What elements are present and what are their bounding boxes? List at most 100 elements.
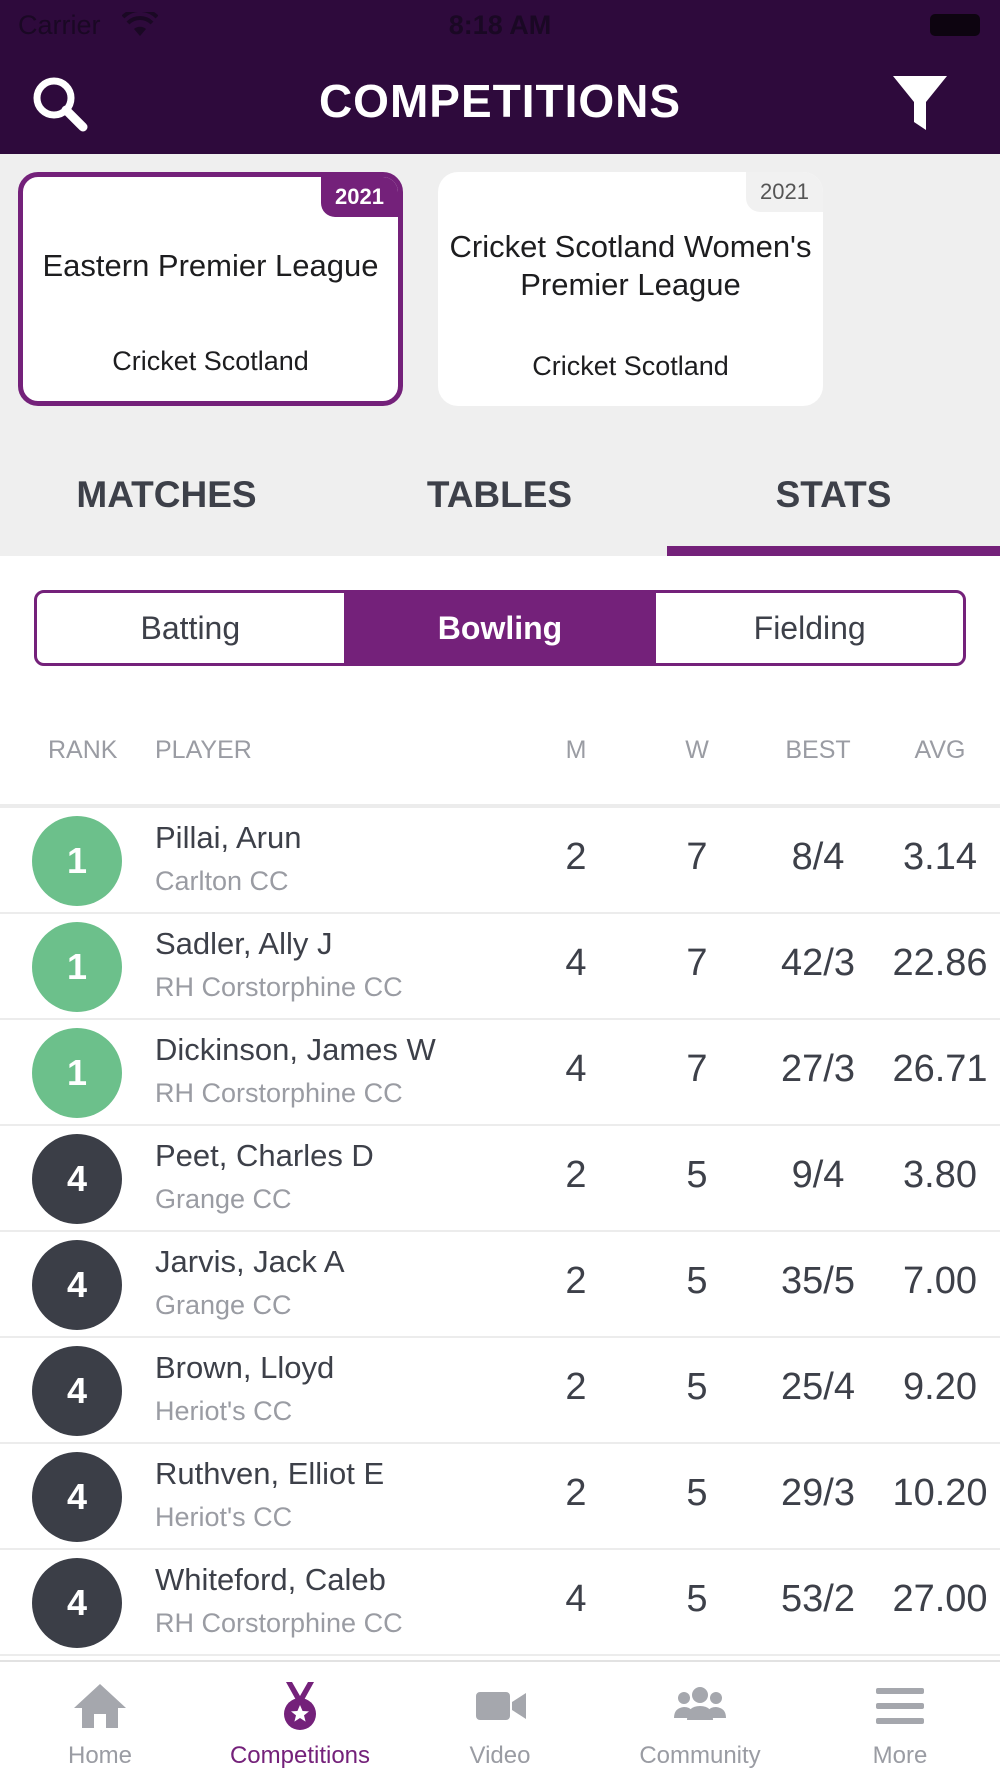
wickets-value: 5 [686,1366,708,1408]
nav-competitions[interactable]: Competitions [200,1662,400,1778]
player-name: Peet, Charles D [155,1138,374,1173]
best-value: 25/4 [781,1366,855,1408]
matches-value: 2 [565,836,587,878]
nav-video[interactable]: Video [400,1662,600,1778]
player-club: Grange CC [155,1184,292,1214]
competition-card-selected[interactable]: 2021 Eastern Premier League Cricket Scot… [18,172,403,406]
player-club: RH Corstorphine CC [155,1078,403,1108]
video-camera-icon [476,1692,526,1720]
best-value: 29/3 [781,1472,855,1514]
average-value: 10.20 [892,1472,988,1514]
tab-matches[interactable]: MATCHES [0,474,333,516]
column-header-wickets[interactable]: W [667,736,727,765]
card-organisation: Cricket Scotland [532,351,729,381]
competition-cards: 2021 Eastern Premier League Cricket Scot… [0,154,1000,556]
rank-badge: 4 [32,1240,122,1330]
player-name: Dickinson, James W [155,1032,436,1067]
player-name: Ruthven, Elliot E [155,1456,385,1491]
stats-type-selector: Batting Bowling Fielding [34,590,966,666]
average-value: 3.14 [903,836,977,878]
card-year-badge: 2021 [746,172,823,212]
battery-icon [930,14,980,36]
player-name: Brown, Lloyd [155,1350,335,1385]
average-value: 7.00 [903,1260,977,1302]
segment-bowling[interactable]: Bowling [343,593,654,663]
player-name: Whiteford, Caleb [155,1562,386,1597]
table-row[interactable]: 4 Jarvis, Jack A Grange CC 2 5 35/5 7.00 [0,1232,1000,1338]
nav-home[interactable]: Home [0,1662,200,1778]
rank-badge: 4 [32,1452,122,1542]
player-name: Pillai, Arun [155,820,302,855]
segment-batting[interactable]: Batting [37,593,344,663]
matches-value: 2 [565,1472,587,1514]
tab-stats[interactable]: STATS [667,474,1000,516]
nav-label: Home [67,1742,133,1769]
wickets-value: 5 [686,1260,708,1302]
player-club: Carlton CC [155,866,289,896]
player-club: Heriot's CC [155,1502,293,1532]
player-club: Grange CC [155,1290,292,1320]
people-icon [674,1687,726,1720]
nav-label: Competitions [229,1742,371,1769]
matches-value: 2 [565,1260,587,1302]
average-value: 26.71 [892,1048,988,1090]
status-bar: Carrier 8:18 AM [0,0,1000,50]
nav-community[interactable]: Community [600,1662,800,1778]
table-row[interactable]: 1 Dickinson, James W RH Corstorphine CC … [0,1020,1000,1126]
status-time: 8:18 AM [448,10,552,40]
rank-badge: 4 [32,1558,122,1648]
matches-value: 4 [565,942,587,984]
tab-tables[interactable]: TABLES [333,474,666,516]
table-row[interactable]: 4 Brown, Lloyd Heriot's CC 2 5 25/4 9.20 [0,1338,1000,1444]
table-row[interactable]: 1 Sadler, Ally J RH Corstorphine CC 4 7 … [0,914,1000,1020]
column-header-rank[interactable]: RANK [48,736,117,765]
card-year-badge: 2021 [321,177,398,217]
rank-badge: 1 [32,922,122,1012]
filter-icon[interactable] [890,72,950,134]
matches-value: 4 [565,1578,587,1620]
card-organisation: Cricket Scotland [112,346,309,376]
nav-label: Community [639,1742,761,1769]
medal-icon [284,1682,316,1730]
average-value: 3.80 [903,1154,977,1196]
player-club: Heriot's CC [155,1396,293,1426]
card-competition-name: Eastern Premier League [42,248,379,283]
nav-more[interactable]: More [800,1662,1000,1778]
app-header: Carrier 8:18 AM COMPETITIONS [0,0,1000,154]
average-value: 27.00 [892,1578,988,1620]
wickets-value: 7 [686,942,708,984]
average-value: 22.86 [892,942,988,984]
table-row[interactable]: 4 Ruthven, Elliot E Heriot's CC 2 5 29/3… [0,1444,1000,1550]
best-value: 35/5 [781,1260,855,1302]
player-name: Sadler, Ally J [155,926,333,961]
average-value: 9.20 [903,1366,977,1408]
player-club: RH Corstorphine CC [155,972,403,1002]
rank-badge: 1 [32,816,122,906]
wickets-value: 5 [686,1578,708,1620]
matches-value: 2 [565,1366,587,1408]
column-header-best[interactable]: BEST [768,736,868,765]
player-name: Jarvis, Jack A [155,1244,345,1279]
column-header-player[interactable]: PLAYER [155,736,252,765]
menu-icon [876,1688,924,1724]
competition-card[interactable]: 2021 Cricket Scotland Women's Premier Le… [438,172,823,406]
nav-label: Video [469,1742,531,1769]
home-icon [74,1684,126,1728]
best-value: 42/3 [781,942,855,984]
column-header-average[interactable]: AVG [880,736,1000,765]
rank-badge: 1 [32,1028,122,1118]
card-competition-name: Cricket Scotland Women's Premier League [449,229,812,302]
table-row[interactable]: 1 Pillai, Arun Carlton CC 2 7 8/4 3.14 [0,808,1000,914]
wickets-value: 5 [686,1154,708,1196]
table-row[interactable]: 4 Peet, Charles D Grange CC 2 5 9/4 3.80 [0,1126,1000,1232]
table-row[interactable]: 4 Whiteford, Caleb RH Corstorphine CC 4 … [0,1550,1000,1656]
column-header-matches[interactable]: M [546,736,606,765]
wickets-value: 7 [686,1048,708,1090]
rank-badge: 4 [32,1134,122,1224]
best-value: 9/4 [791,1154,845,1196]
active-tab-indicator [667,546,1000,556]
rank-badge: 4 [32,1346,122,1436]
best-value: 53/2 [781,1578,855,1620]
best-value: 27/3 [781,1048,855,1090]
segment-fielding[interactable]: Fielding [653,593,963,663]
